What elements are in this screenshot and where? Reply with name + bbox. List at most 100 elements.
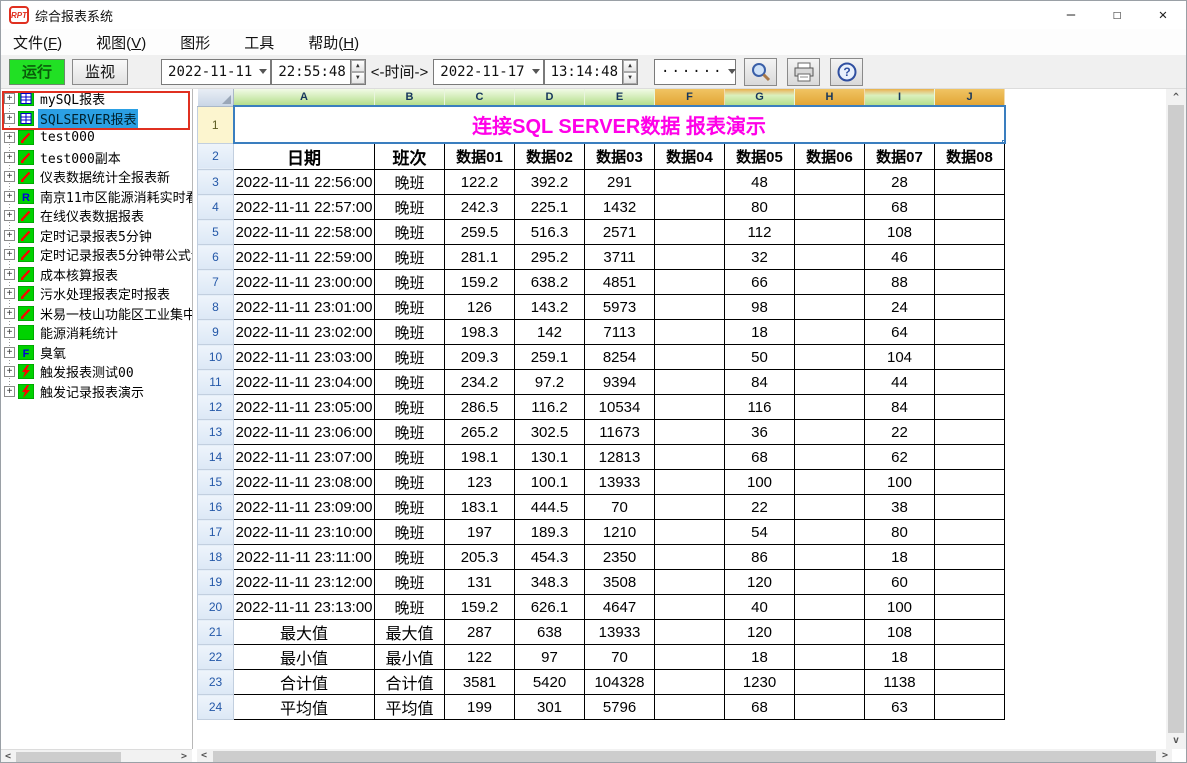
- grid-header-cell[interactable]: 数据04: [655, 143, 725, 170]
- grid-cell[interactable]: 2022-11-11 23:13:00: [234, 595, 375, 620]
- sidebar-item-3[interactable]: +test000: [1, 128, 192, 148]
- scroll-right-icon[interactable]: >: [1162, 750, 1168, 761]
- grid-cell[interactable]: 3508: [585, 570, 655, 595]
- column-header-G[interactable]: G: [725, 89, 795, 106]
- grid-cell[interactable]: 48: [725, 170, 795, 195]
- grid-cell[interactable]: [935, 445, 1005, 470]
- grid-cell[interactable]: [935, 370, 1005, 395]
- grid-cell[interactable]: 100: [865, 595, 935, 620]
- grid-cell[interactable]: 2022-11-11 22:57:00: [234, 195, 375, 220]
- grid-cell[interactable]: 18: [865, 645, 935, 670]
- grid-cell[interactable]: 最小值: [375, 645, 445, 670]
- grid-cell[interactable]: [795, 170, 865, 195]
- grid-cell[interactable]: 68: [725, 695, 795, 720]
- grid-cell[interactable]: 122.2: [445, 170, 515, 195]
- spin-up-icon[interactable]: ▲: [623, 60, 637, 72]
- row-header-6[interactable]: 6: [198, 245, 234, 270]
- tree-horizontal-scrollbar[interactable]: < >: [1, 749, 192, 763]
- grid-cell[interactable]: [935, 320, 1005, 345]
- sidebar-item-8[interactable]: +定时记录报表5分钟: [1, 226, 192, 246]
- grid-cell[interactable]: 638: [515, 620, 585, 645]
- maximize-button[interactable]: ☐: [1094, 1, 1140, 29]
- grid-cell[interactable]: 1432: [585, 195, 655, 220]
- row-header-15[interactable]: 15: [198, 470, 234, 495]
- grid-cell[interactable]: [795, 270, 865, 295]
- minimize-button[interactable]: —: [1048, 1, 1094, 29]
- expand-icon[interactable]: +: [4, 152, 15, 163]
- grid-cell[interactable]: 2022-11-11 23:05:00: [234, 395, 375, 420]
- grid-cell[interactable]: [795, 370, 865, 395]
- grid-cell[interactable]: [795, 295, 865, 320]
- grid-cell[interactable]: 18: [865, 545, 935, 570]
- grid-cell[interactable]: 晚班: [375, 495, 445, 520]
- grid-cell[interactable]: 88: [865, 270, 935, 295]
- grid-cell[interactable]: 13933: [585, 620, 655, 645]
- grid-cell[interactable]: 3711: [585, 245, 655, 270]
- grid-cell[interactable]: 18: [725, 320, 795, 345]
- grid-cell[interactable]: [655, 495, 725, 520]
- menu-item-1[interactable]: 文件(F): [13, 32, 62, 53]
- grid-cell[interactable]: 7113: [585, 320, 655, 345]
- chevron-down-icon[interactable]: [256, 60, 270, 84]
- report-title-cell[interactable]: 连接SQL SERVER数据 报表演示: [234, 106, 1005, 143]
- grid-cell[interactable]: 晚班: [375, 395, 445, 420]
- grid-cell[interactable]: [655, 620, 725, 645]
- grid-cell[interactable]: [655, 195, 725, 220]
- grid-cell[interactable]: 122: [445, 645, 515, 670]
- grid-cell[interactable]: 120: [725, 620, 795, 645]
- grid-cell[interactable]: [655, 320, 725, 345]
- grid-cell[interactable]: 2022-11-11 23:00:00: [234, 270, 375, 295]
- grid-cell[interactable]: 444.5: [515, 495, 585, 520]
- grid-cell[interactable]: 晚班: [375, 170, 445, 195]
- grid-cell[interactable]: 10534: [585, 395, 655, 420]
- grid-cell[interactable]: 晚班: [375, 245, 445, 270]
- grid-cell[interactable]: [795, 595, 865, 620]
- grid-cell[interactable]: 100: [725, 470, 795, 495]
- menu-item-4[interactable]: 工具: [244, 32, 274, 53]
- grid-header-cell[interactable]: 数据02: [515, 143, 585, 170]
- grid-cell[interactable]: 189.3: [515, 520, 585, 545]
- grid-cell[interactable]: 60: [865, 570, 935, 595]
- sidebar-item-14[interactable]: +F臭氧: [1, 343, 192, 363]
- start-time-spinner[interactable]: 22:55:48 ▲▼: [271, 59, 365, 85]
- grid-horizontal-scrollbar[interactable]: < >: [197, 749, 1172, 763]
- scrollbar-thumb[interactable]: [1168, 105, 1184, 733]
- grid-cell[interactable]: 32: [725, 245, 795, 270]
- column-header-F[interactable]: F: [655, 89, 725, 106]
- grid-cell[interactable]: [655, 170, 725, 195]
- grid-cell[interactable]: 12813: [585, 445, 655, 470]
- grid-cell[interactable]: 46: [865, 245, 935, 270]
- row-header-24[interactable]: 24: [198, 695, 234, 720]
- grid-cell[interactable]: [795, 695, 865, 720]
- grid-cell[interactable]: 2022-11-11 23:02:00: [234, 320, 375, 345]
- scroll-left-icon[interactable]: <: [5, 751, 11, 762]
- row-header-3[interactable]: 3: [198, 170, 234, 195]
- grid-cell[interactable]: 50: [725, 345, 795, 370]
- grid-cell[interactable]: 2022-11-11 23:10:00: [234, 520, 375, 545]
- expand-icon[interactable]: +: [4, 191, 15, 202]
- row-header-13[interactable]: 13: [198, 420, 234, 445]
- grid-cell[interactable]: [795, 520, 865, 545]
- grid-cell[interactable]: 286.5: [445, 395, 515, 420]
- grid-cell[interactable]: 242.3: [445, 195, 515, 220]
- grid-cell[interactable]: 晚班: [375, 345, 445, 370]
- grid-cell[interactable]: [795, 670, 865, 695]
- grid-cell[interactable]: [935, 620, 1005, 645]
- grid-cell[interactable]: 98: [725, 295, 795, 320]
- grid-cell[interactable]: 159.2: [445, 595, 515, 620]
- grid-cell[interactable]: 2571: [585, 220, 655, 245]
- grid-cell[interactable]: 183.1: [445, 495, 515, 520]
- grid-cell[interactable]: [795, 345, 865, 370]
- close-button[interactable]: ✕: [1140, 1, 1186, 29]
- grid-cell[interactable]: [795, 195, 865, 220]
- grid-cell[interactable]: 70: [585, 645, 655, 670]
- grid-cell[interactable]: [655, 570, 725, 595]
- grid-cell[interactable]: [655, 645, 725, 670]
- grid-cell[interactable]: [655, 295, 725, 320]
- grid-cell[interactable]: [655, 520, 725, 545]
- grid-cell[interactable]: 225.1: [515, 195, 585, 220]
- grid-cell[interactable]: 最大值: [375, 620, 445, 645]
- select-all-corner[interactable]: [198, 89, 234, 106]
- row-header-23[interactable]: 23: [198, 670, 234, 695]
- grid-cell[interactable]: [795, 645, 865, 670]
